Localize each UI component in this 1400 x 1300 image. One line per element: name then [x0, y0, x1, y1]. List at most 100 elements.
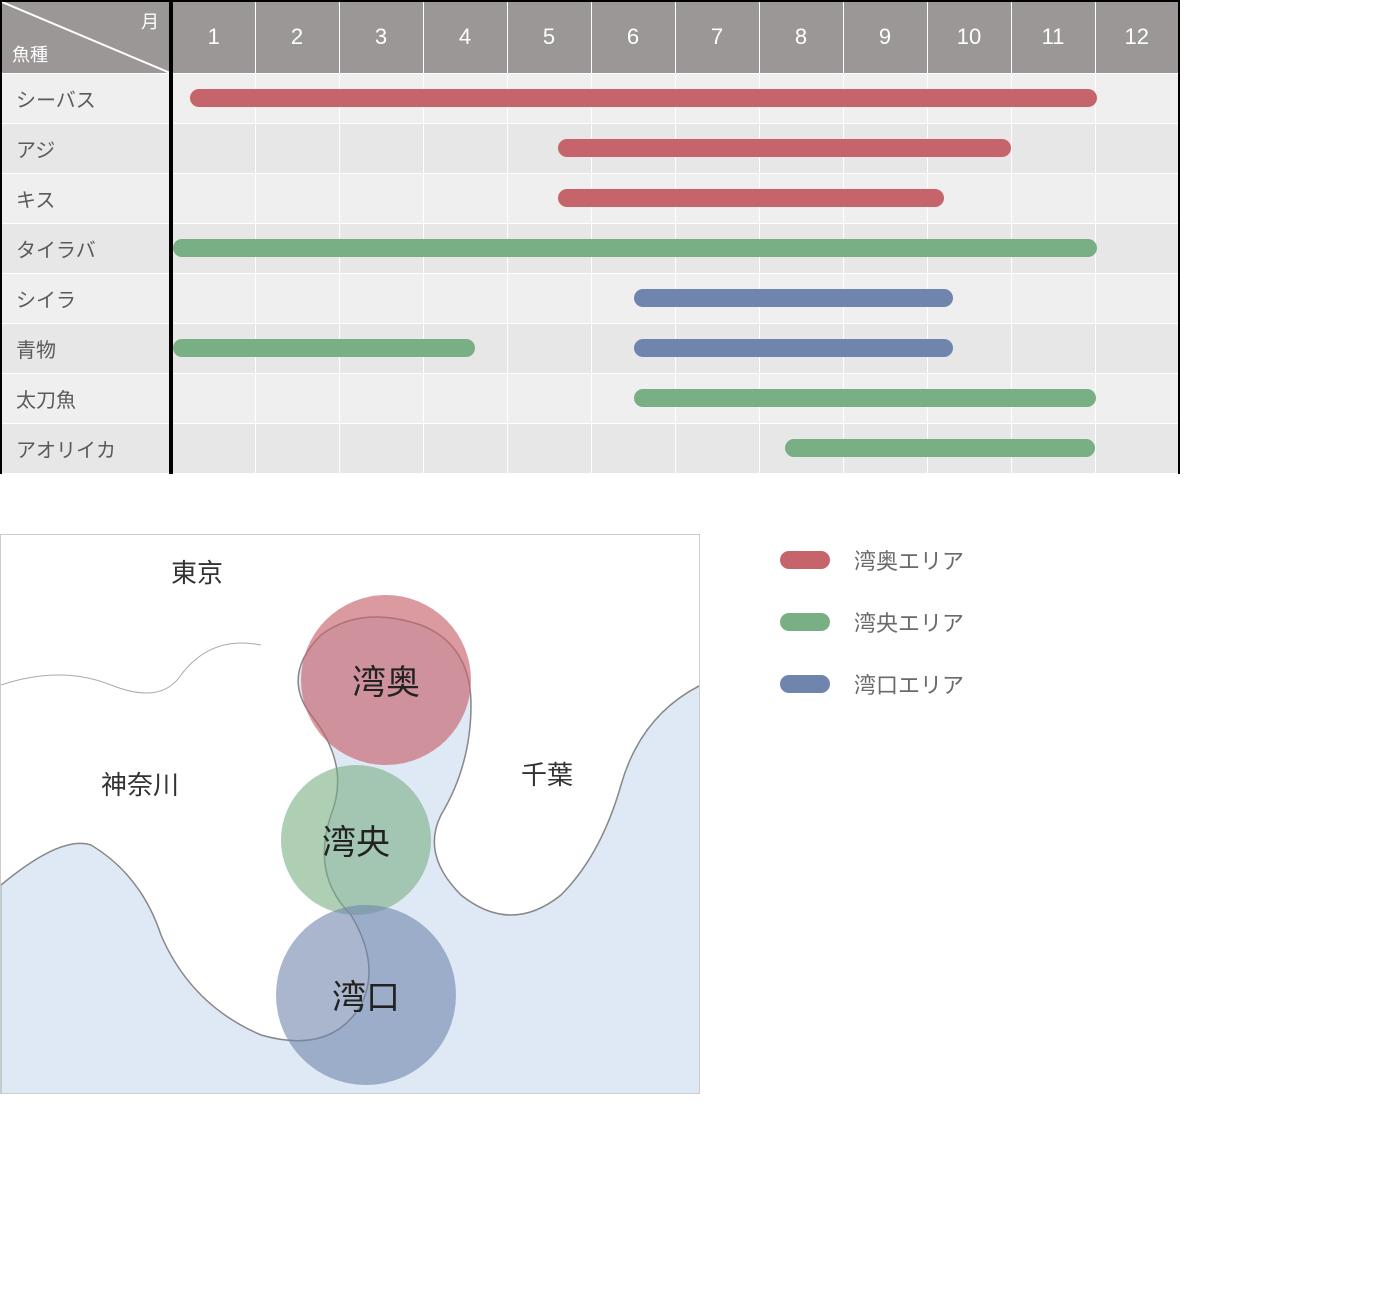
month-7: 7	[675, 1, 759, 73]
gantt-cell	[759, 423, 843, 473]
month-5: 5	[507, 1, 591, 73]
month-1: 1	[171, 1, 255, 73]
legend-row-red: 湾奥エリア	[780, 544, 964, 576]
season-bar	[190, 89, 1097, 107]
row-label: 太刀魚	[1, 373, 171, 423]
gantt-cell	[171, 223, 255, 273]
gantt-cell	[171, 73, 255, 123]
gantt-cell	[591, 423, 675, 473]
table-row: アオリイカ	[1, 423, 1179, 473]
legend-label-red: 湾奥エリア	[854, 544, 964, 576]
gantt-cell	[1011, 123, 1095, 173]
gantt-cell	[1095, 423, 1179, 473]
table-row: 太刀魚	[1, 373, 1179, 423]
gantt-cell	[423, 373, 507, 423]
gantt-cell	[1095, 373, 1179, 423]
gantt-cell	[507, 123, 591, 173]
table-row: シーバス	[1, 73, 1179, 123]
month-3: 3	[339, 1, 423, 73]
season-bar	[558, 189, 944, 207]
month-9: 9	[843, 1, 927, 73]
row-label: シーバス	[1, 73, 171, 123]
area-circle-wanko: 湾口	[276, 905, 456, 1085]
gantt-table: 月 魚種 1 2 3 4 5 6 7 8 9 10 11 12 シーバスアジキス…	[0, 0, 1180, 474]
area-label-wanou: 湾央	[322, 815, 390, 864]
gantt-cell	[507, 273, 591, 323]
month-6: 6	[591, 1, 675, 73]
gantt-cell	[255, 173, 339, 223]
map-label-chiba: 千葉	[521, 755, 573, 792]
corner-month-label: 月	[141, 8, 159, 34]
gantt-cell	[339, 173, 423, 223]
tokyo-bay-map: 東京 神奈川 千葉 湾奥 湾央 湾口	[0, 534, 700, 1094]
month-12: 12	[1095, 1, 1179, 73]
table-row: キス	[1, 173, 1179, 223]
row-label: シイラ	[1, 273, 171, 323]
gantt-cell	[255, 373, 339, 423]
season-bar	[785, 439, 1096, 457]
season-bar	[173, 339, 475, 357]
gantt-cell	[507, 423, 591, 473]
month-8: 8	[759, 1, 843, 73]
season-bar	[634, 339, 953, 357]
legend-row-blue: 湾口エリア	[780, 668, 964, 700]
gantt-cell	[255, 123, 339, 173]
gantt-cell	[1095, 73, 1179, 123]
gantt-cell	[255, 423, 339, 473]
area-label-wanko: 湾口	[332, 970, 400, 1019]
gantt-cell	[1095, 173, 1179, 223]
gantt-cell	[675, 423, 759, 473]
season-bar	[558, 139, 1012, 157]
gantt-cell	[1095, 223, 1179, 273]
gantt-cell	[1011, 323, 1095, 373]
gantt-cell	[507, 173, 591, 223]
gantt-cell	[171, 123, 255, 173]
fishing-season-gantt: 月 魚種 1 2 3 4 5 6 7 8 9 10 11 12 シーバスアジキス…	[0, 0, 1180, 474]
corner-fish-label: 魚種	[12, 41, 48, 67]
season-bar	[634, 389, 1096, 407]
row-label: アジ	[1, 123, 171, 173]
area-circle-wanou: 湾央	[281, 765, 431, 915]
legend-swatch-red	[780, 551, 830, 569]
legend-swatch-blue	[780, 675, 830, 693]
gantt-cell	[1011, 173, 1095, 223]
gantt-cell	[171, 273, 255, 323]
gantt-cell	[591, 273, 675, 323]
gantt-cell	[423, 173, 507, 223]
gantt-cell	[423, 123, 507, 173]
gantt-cell	[339, 273, 423, 323]
corner-header: 月 魚種	[1, 1, 171, 73]
row-label: タイラバ	[1, 223, 171, 273]
gantt-cell	[423, 273, 507, 323]
table-row: アジ	[1, 123, 1179, 173]
gantt-cell	[1095, 273, 1179, 323]
legend-label-green: 湾央エリア	[854, 606, 964, 638]
table-row: タイラバ	[1, 223, 1179, 273]
map-label-kanagawa: 神奈川	[101, 765, 179, 802]
gantt-cell	[171, 323, 255, 373]
gantt-cell	[1095, 323, 1179, 373]
gantt-cell	[423, 423, 507, 473]
table-row: 青物	[1, 323, 1179, 373]
season-bar	[634, 289, 953, 307]
month-2: 2	[255, 1, 339, 73]
gantt-cell	[255, 273, 339, 323]
gantt-cell	[171, 173, 255, 223]
legend-row-green: 湾央エリア	[780, 606, 964, 638]
month-11: 11	[1011, 1, 1095, 73]
gantt-cell	[591, 373, 675, 423]
row-label: キス	[1, 173, 171, 223]
gantt-cell	[591, 323, 675, 373]
gantt-cell	[339, 373, 423, 423]
gantt-cell	[171, 373, 255, 423]
row-label: アオリイカ	[1, 423, 171, 473]
table-row: シイラ	[1, 273, 1179, 323]
gantt-cell	[339, 123, 423, 173]
month-10: 10	[927, 1, 1011, 73]
row-label: 青物	[1, 323, 171, 373]
legend-swatch-green	[780, 613, 830, 631]
month-4: 4	[423, 1, 507, 73]
gantt-cell	[1095, 123, 1179, 173]
area-legend: 湾奥エリア 湾央エリア 湾口エリア	[780, 534, 964, 1094]
gantt-cell	[507, 373, 591, 423]
